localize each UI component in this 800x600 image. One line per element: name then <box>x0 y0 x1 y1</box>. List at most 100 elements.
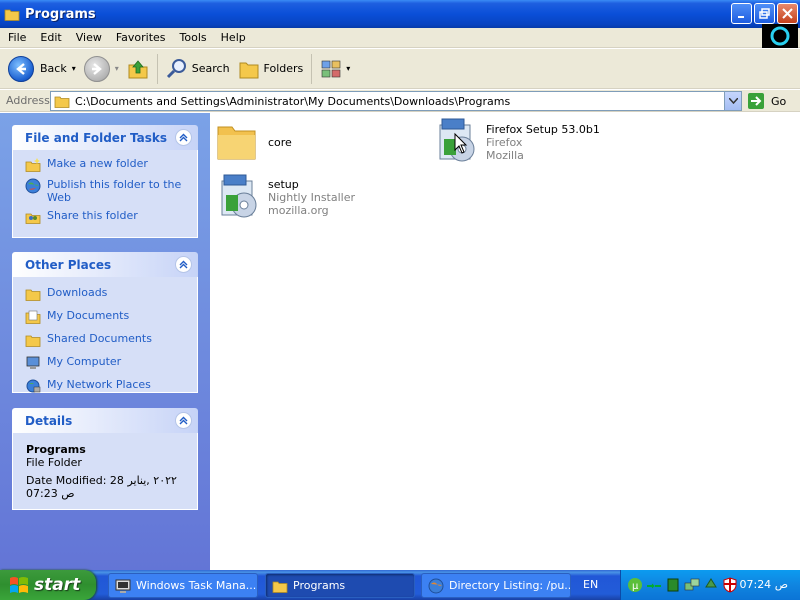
place-downloads[interactable]: Downloads <box>25 286 189 302</box>
task-manager-icon <box>115 579 131 593</box>
task-share-folder[interactable]: Share this folder <box>25 209 189 225</box>
details-item-name: Programs <box>26 443 86 456</box>
search-icon <box>166 58 186 78</box>
file-item-core[interactable]: core <box>214 117 292 165</box>
installer-icon <box>439 118 475 162</box>
place-my-network-places[interactable]: My Network Places <box>25 378 189 394</box>
computer-icon <box>26 356 40 369</box>
maximize-button[interactable] <box>754 3 775 24</box>
windows-logo-icon <box>762 24 798 48</box>
toolbar: Back ▾ ▾ Search Folders ▾ <box>0 49 800 89</box>
task-make-new-folder[interactable]: Make a new folder <box>25 157 189 173</box>
panel-header[interactable]: Details <box>12 408 198 433</box>
menu-bar: File Edit View Favorites Tools Help <box>0 28 800 48</box>
torrent-icon[interactable]: µ <box>627 577 643 593</box>
taskbar-button-programs[interactable]: Programs <box>265 573 415 598</box>
network-connection-icon[interactable] <box>684 577 700 593</box>
browser-icon <box>428 578 444 593</box>
installer-icon <box>221 174 257 218</box>
up-folder-button[interactable] <box>123 52 153 86</box>
windows-flag-icon <box>10 577 28 593</box>
menu-file[interactable]: File <box>0 31 33 44</box>
place-label: Downloads <box>47 286 108 299</box>
share-icon <box>25 213 41 224</box>
network-icon <box>26 379 41 393</box>
taskbar-button-task-manager[interactable]: Windows Task Mana... <box>108 573 258 598</box>
file-item-setup[interactable]: setup Nightly Installer mozilla.org <box>214 173 355 221</box>
documents-icon <box>25 310 41 324</box>
menu-favorites[interactable]: Favorites <box>109 31 173 44</box>
place-my-computer[interactable]: My Computer <box>25 355 189 371</box>
file-item-firefox-setup[interactable]: Firefox Setup 53.0b1 Firefox Mozilla <box>432 117 600 165</box>
folders-label: Folders <box>263 62 304 75</box>
network-tray-icon[interactable] <box>646 577 662 593</box>
place-label: My Documents <box>47 309 130 322</box>
forward-arrow-icon <box>83 55 110 82</box>
file-view: core Firefox Setup 53.0b1 Firefox Mozill… <box>210 113 800 570</box>
go-label: Go <box>771 94 787 108</box>
taskbar-button-label: Programs <box>293 579 346 592</box>
details-date-modified: Date Modified: 28 ٢٠٢٢ ,يناير <box>26 474 177 487</box>
task-publish-to-web[interactable]: Publish this folder to the Web <box>25 178 189 204</box>
dropdown-arrow-icon[interactable]: ▾ <box>115 64 119 73</box>
close-icon <box>782 8 793 19</box>
address-input[interactable]: C:\Documents and Settings\Administrator\… <box>50 91 742 111</box>
new-folder-icon <box>25 158 41 172</box>
panel-header[interactable]: Other Places <box>12 252 198 277</box>
menu-tools[interactable]: Tools <box>173 31 214 44</box>
back-button[interactable]: Back ▾ <box>4 52 80 86</box>
views-icon <box>321 60 341 77</box>
security-shield-icon[interactable] <box>722 577 738 593</box>
title-bar: Programs <box>0 0 800 28</box>
dropdown-arrow-icon[interactable]: ▾ <box>72 64 76 73</box>
go-button[interactable]: Go <box>747 92 786 110</box>
monitor-tray-icon[interactable] <box>665 577 681 593</box>
forward-button[interactable]: ▾ <box>80 52 123 86</box>
svg-text:µ: µ <box>632 581 639 592</box>
toolbar-separator <box>311 53 313 84</box>
menu-view[interactable]: View <box>69 31 109 44</box>
address-dropdown-button[interactable] <box>724 92 741 110</box>
collapse-button[interactable] <box>175 256 192 273</box>
task-label: Make a new folder <box>47 157 148 170</box>
file-folder-tasks-panel: File and Folder Tasks Make a new folder <box>12 125 198 238</box>
file-name: Firefox Setup 53.0b1 <box>486 123 600 136</box>
place-my-documents[interactable]: My Documents <box>25 309 189 325</box>
menu-edit[interactable]: Edit <box>33 31 68 44</box>
close-button[interactable] <box>777 3 798 24</box>
task-label: Publish this folder to the Web <box>47 178 182 204</box>
go-arrow-icon <box>748 93 764 109</box>
search-button[interactable]: Search <box>162 52 234 86</box>
other-places-panel: Other Places Downloads My Documents Shar… <box>12 252 198 393</box>
folder-icon <box>272 581 288 593</box>
folder-icon <box>217 126 256 160</box>
taskbar: start Windows Task Mana... Programs Dire… <box>0 570 800 600</box>
panel-header[interactable]: File and Folder Tasks <box>12 125 198 150</box>
folders-icon <box>239 62 259 78</box>
restore-icon <box>759 8 770 19</box>
chevron-up-icon <box>179 416 188 425</box>
minimize-icon <box>738 16 744 18</box>
panel-title: File and Folder Tasks <box>25 130 168 145</box>
collapse-button[interactable] <box>175 129 192 146</box>
place-label: My Computer <box>47 355 122 368</box>
taskbar-button-label: Directory Listing: /pu... <box>449 579 571 592</box>
file-name: core <box>268 136 292 149</box>
taskbar-button-directory-listing[interactable]: Directory Listing: /pu... <box>421 573 571 598</box>
start-button[interactable]: start <box>0 570 96 600</box>
menu-help[interactable]: Help <box>214 31 253 44</box>
address-path: C:\Documents and Settings\Administrator\… <box>75 94 511 108</box>
clock[interactable]: 07:24 ص <box>739 578 788 591</box>
recycle-tray-icon[interactable] <box>703 577 719 593</box>
collapse-button[interactable] <box>175 412 192 429</box>
back-label: Back <box>40 62 67 75</box>
folders-button[interactable]: Folders <box>234 52 308 86</box>
file-name: setup <box>268 178 299 191</box>
language-indicator[interactable]: EN <box>583 578 598 591</box>
back-arrow-icon <box>8 55 34 82</box>
minimize-button[interactable] <box>731 3 752 24</box>
file-description: Firefox <box>486 136 523 149</box>
address-label: Address <box>6 94 50 107</box>
views-button[interactable]: ▾ <box>316 52 354 86</box>
place-shared-documents[interactable]: Shared Documents <box>25 332 189 348</box>
